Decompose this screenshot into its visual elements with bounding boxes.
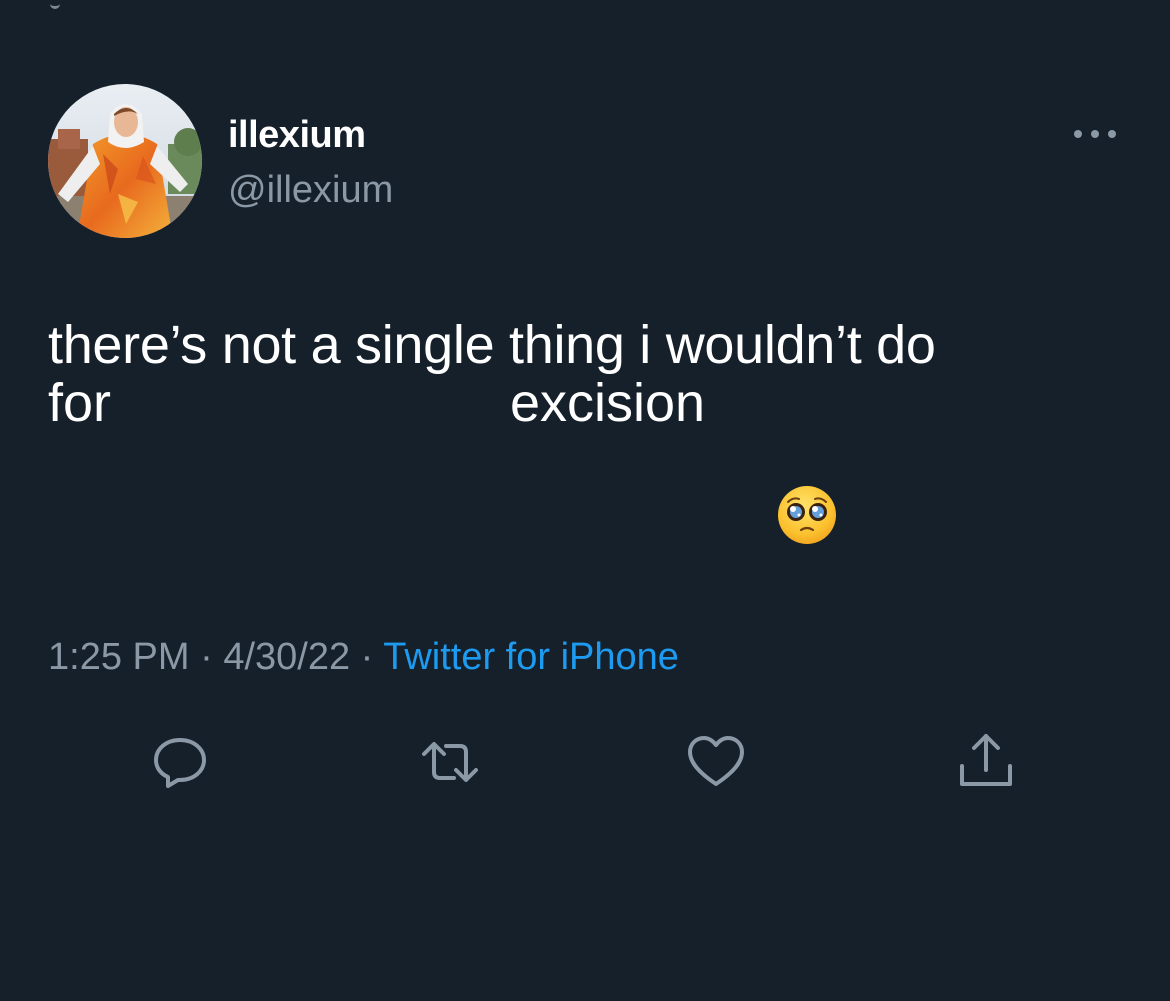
avatar[interactable] xyxy=(48,84,202,238)
display-name[interactable]: illexium xyxy=(228,110,366,160)
tweet-text-line-2-end: excision xyxy=(510,373,706,433)
top-edge-fragment xyxy=(50,0,60,9)
tweet-text-line-1: there’s not a single thing i wouldn’t do xyxy=(48,315,936,375)
avatar-image xyxy=(48,84,202,238)
retweet-button[interactable] xyxy=(418,730,482,794)
meta-separator: · xyxy=(350,636,384,678)
tweet-source-link[interactable]: Twitter for iPhone xyxy=(383,636,679,678)
like-button[interactable] xyxy=(684,730,748,794)
reply-button[interactable] xyxy=(148,730,212,794)
tweet-text-line-2-start: for xyxy=(48,373,112,433)
tweet-date: 4/30/22 xyxy=(223,636,351,678)
retweet-icon xyxy=(422,742,478,782)
meta-separator: · xyxy=(189,636,224,678)
share-button[interactable] xyxy=(954,730,1018,794)
reply-icon xyxy=(154,738,206,788)
handle[interactable]: @illexium xyxy=(228,165,393,215)
tweet-meta: 1:25 PM · 4/30/22 · Twitter for iPhone xyxy=(48,630,679,684)
like-icon xyxy=(688,736,744,786)
share-icon xyxy=(960,734,1012,786)
tweet-time: 1:25 PM xyxy=(48,636,190,678)
pleading-face-emoji xyxy=(776,484,838,546)
more-options-icon[interactable] xyxy=(1070,124,1120,144)
